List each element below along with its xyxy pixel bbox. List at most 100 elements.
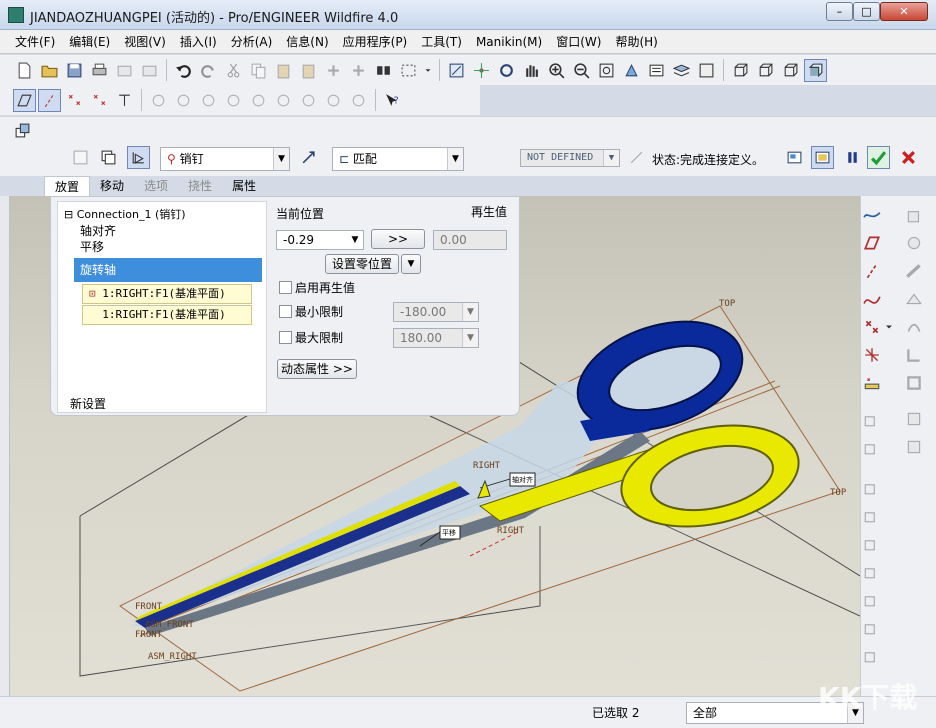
coord-sys-tool-icon[interactable] (861, 344, 883, 366)
tab-placement[interactable]: 放置 (44, 176, 91, 196)
component-tool-5-icon[interactable] (861, 532, 883, 554)
set-zero-position-button[interactable]: 设置零位置 (325, 254, 399, 274)
pause-icon[interactable] (841, 146, 864, 169)
tree-item-rotation-axis[interactable]: 旋转轴 (74, 258, 262, 282)
send-link-icon[interactable] (138, 59, 161, 82)
regen-value-input[interactable]: 0.00 (433, 230, 507, 250)
component-tool-7-icon[interactable] (861, 588, 883, 610)
assembly-tool-7-icon[interactable] (297, 89, 320, 112)
close-button[interactable]: ✕ (880, 2, 928, 21)
new-file-icon[interactable] (13, 59, 36, 82)
copy-icon[interactable] (247, 59, 270, 82)
datum-plane-display-icon[interactable] (13, 88, 36, 112)
datum-axis-tool-icon[interactable] (861, 260, 883, 282)
user-defined-icon[interactable] (69, 146, 92, 169)
connection-type-select[interactable]: ⚲ 销钉 ▼ (160, 147, 290, 171)
assembly-tool-8-icon[interactable] (322, 89, 345, 112)
assembly-tool-3-icon[interactable] (197, 89, 220, 112)
wireframe-icon[interactable] (729, 59, 752, 82)
menu-edit[interactable]: 编辑(E) (62, 33, 117, 50)
min-limit-checkbox[interactable] (279, 305, 292, 318)
menu-window[interactable]: 窗口(W) (549, 33, 608, 50)
layers-icon[interactable] (670, 59, 693, 82)
print-icon[interactable] (88, 59, 111, 82)
datum-plane-tool-icon[interactable] (861, 232, 883, 254)
max-limit-checkbox[interactable] (279, 331, 292, 344)
tree-item-axis-align[interactable]: 轴对齐 (80, 222, 116, 239)
reference-field-2[interactable]: 1:RIGHT:F1(基准平面) (82, 305, 252, 325)
save-icon[interactable] (63, 59, 86, 82)
annotation-display-icon[interactable] (113, 89, 136, 112)
saved-views-icon[interactable] (645, 59, 668, 82)
max-limit-input[interactable]: 180.00 ▼ (393, 328, 479, 348)
assembly-tool-4-icon[interactable] (222, 89, 245, 112)
min-limit-input[interactable]: -180.00 ▼ (393, 302, 479, 322)
maximize-button[interactable]: □ (853, 2, 880, 21)
paste-icon[interactable] (272, 59, 295, 82)
open-folder-icon[interactable] (38, 59, 61, 82)
zoom-in-icon[interactable] (545, 59, 568, 82)
datum-axis-display-icon[interactable] (38, 88, 61, 112)
copy-position-button[interactable]: >> (371, 229, 425, 249)
menu-info[interactable]: 信息(N) (279, 33, 335, 50)
spin-center-icon[interactable] (470, 59, 493, 82)
menu-manikin[interactable]: Manikin(M) (469, 35, 549, 49)
separate-window-icon[interactable] (97, 146, 120, 169)
cut-icon[interactable] (222, 59, 245, 82)
set-zero-dropdown[interactable]: ▼ (401, 254, 421, 274)
constraint-type-select[interactable]: ⊏ 匹配 ▼ (332, 147, 464, 171)
datum-point-tool-icon[interactable] (861, 316, 883, 338)
round-tool-icon[interactable] (903, 344, 925, 366)
menu-tools[interactable]: 工具(T) (414, 33, 469, 50)
preview-window-icon[interactable] (783, 146, 806, 169)
undo-icon[interactable] (172, 59, 195, 82)
dynamic-properties-button[interactable]: 动态属性 >> (277, 359, 357, 379)
sketch-tool-icon[interactable] (861, 204, 883, 226)
blend-tool-icon[interactable] (903, 288, 925, 310)
find-icon[interactable] (372, 59, 395, 82)
datum-curve-tool-icon[interactable] (861, 288, 883, 310)
datum-point-dropdown[interactable] (883, 316, 895, 338)
zoom-out-icon[interactable] (570, 59, 593, 82)
menu-help[interactable]: 帮助(H) (608, 33, 664, 50)
menu-view[interactable]: 视图(V) (117, 33, 173, 50)
analysis-feature-icon[interactable] (861, 372, 883, 394)
regenerate-icon[interactable] (322, 59, 345, 82)
reference-field-1[interactable]: ⊡ 1:RIGHT:F1(基准平面) (82, 284, 252, 304)
shell-tool-icon[interactable] (903, 372, 925, 394)
status-select[interactable]: NOT DEFINED ▼ (520, 149, 620, 167)
select-dropdown-icon[interactable] (422, 59, 434, 82)
offset-icon[interactable] (625, 146, 648, 169)
send-mail-icon[interactable] (113, 59, 136, 82)
refit-icon[interactable] (595, 59, 618, 82)
enable-regen-checkbox[interactable] (279, 281, 292, 294)
component-tool-2-icon[interactable] (861, 436, 883, 458)
view-manager-icon[interactable] (695, 59, 718, 82)
reorient-icon[interactable] (620, 59, 643, 82)
assembly-tool-6-icon[interactable] (272, 89, 295, 112)
sweep-tool-icon[interactable] (903, 260, 925, 282)
revolve-tool-icon[interactable] (903, 232, 925, 254)
draft-tool-icon[interactable] (903, 408, 925, 430)
component-tool-4-icon[interactable] (861, 504, 883, 526)
menu-insert[interactable]: 插入(I) (173, 33, 224, 50)
regen-manager-icon[interactable] (347, 59, 370, 82)
left-splitter[interactable] (0, 196, 10, 696)
hidden-line-icon[interactable] (754, 59, 777, 82)
select-box-icon[interactable] (397, 59, 420, 82)
orient-mode-icon[interactable] (495, 59, 518, 82)
confirm-check-icon[interactable] (867, 146, 890, 169)
rib-tool-icon[interactable] (903, 436, 925, 458)
repaint-icon[interactable] (445, 59, 468, 82)
no-hidden-icon[interactable] (779, 59, 802, 82)
extrude-tool-icon[interactable] (903, 204, 925, 226)
tab-options[interactable]: 选项 (134, 176, 178, 196)
cancel-x-icon[interactable] (897, 146, 920, 169)
component-tool-6-icon[interactable] (861, 560, 883, 582)
tree-item-translate[interactable]: 平移 (80, 238, 104, 255)
tab-properties[interactable]: 属性 (222, 176, 266, 196)
menu-analysis[interactable]: 分析(A) (224, 33, 280, 50)
new-set-link[interactable]: 新设置 (70, 395, 106, 412)
current-position-select[interactable]: -0.29 ▼ (276, 230, 364, 250)
datum-point-display-icon[interactable] (63, 89, 86, 112)
